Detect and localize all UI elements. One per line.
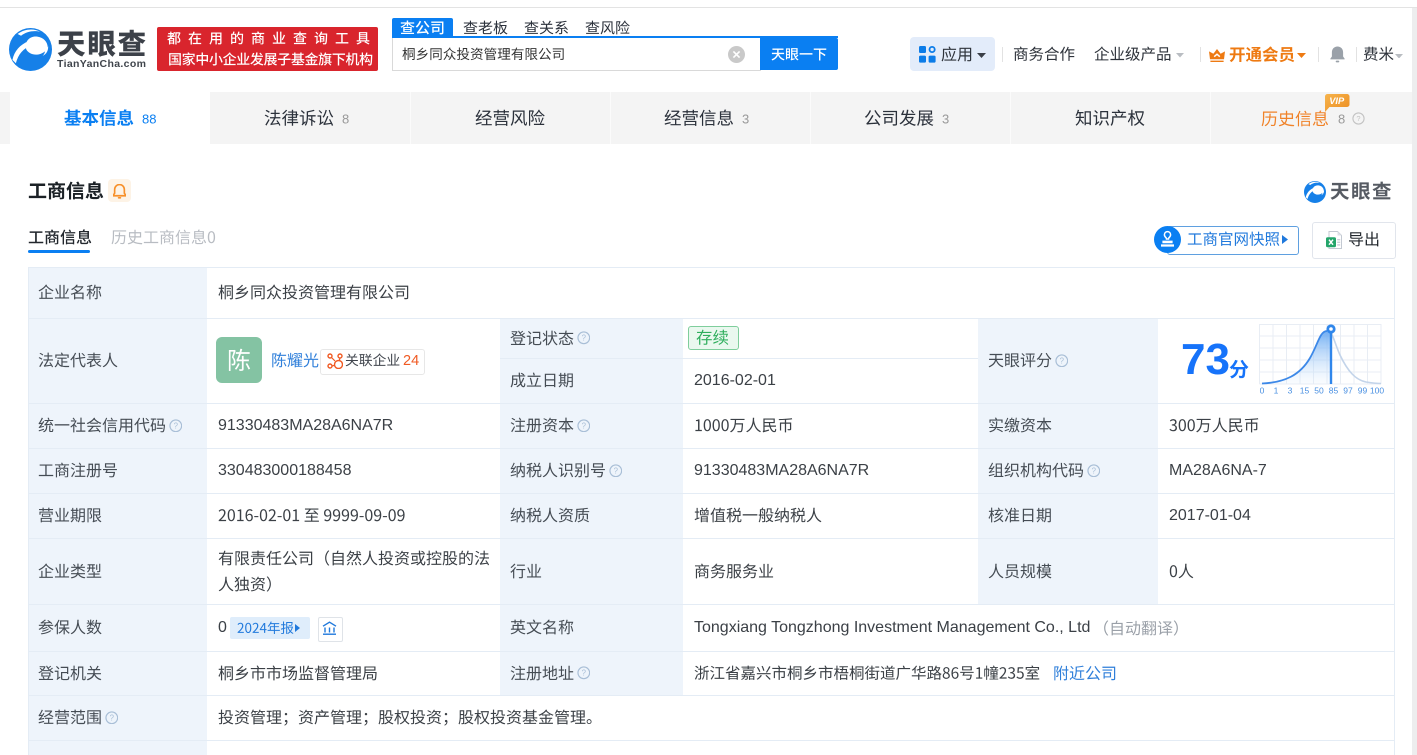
svg-text:?: ? [581, 334, 586, 343]
svg-text:85: 85 [1329, 386, 1339, 396]
svg-text:50: 50 [1314, 386, 1324, 396]
svg-text:97: 97 [1343, 386, 1353, 396]
svg-text:?: ? [1059, 356, 1064, 365]
svg-text:?: ? [581, 421, 586, 430]
svg-text:3: 3 [1288, 386, 1293, 396]
svg-text:VIP: VIP [1329, 96, 1345, 106]
svg-text:?: ? [1091, 466, 1096, 475]
svg-text:99: 99 [1358, 386, 1368, 396]
svg-text:?: ? [173, 421, 178, 430]
svg-text:?: ? [1356, 114, 1360, 123]
svg-text:?: ? [613, 466, 618, 475]
svg-text:?: ? [109, 713, 114, 722]
svg-text:15: 15 [1300, 386, 1310, 396]
svg-text:?: ? [581, 669, 586, 678]
svg-text:1: 1 [1274, 386, 1279, 396]
svg-text:0: 0 [1260, 386, 1265, 396]
svg-text:100: 100 [1370, 386, 1384, 396]
